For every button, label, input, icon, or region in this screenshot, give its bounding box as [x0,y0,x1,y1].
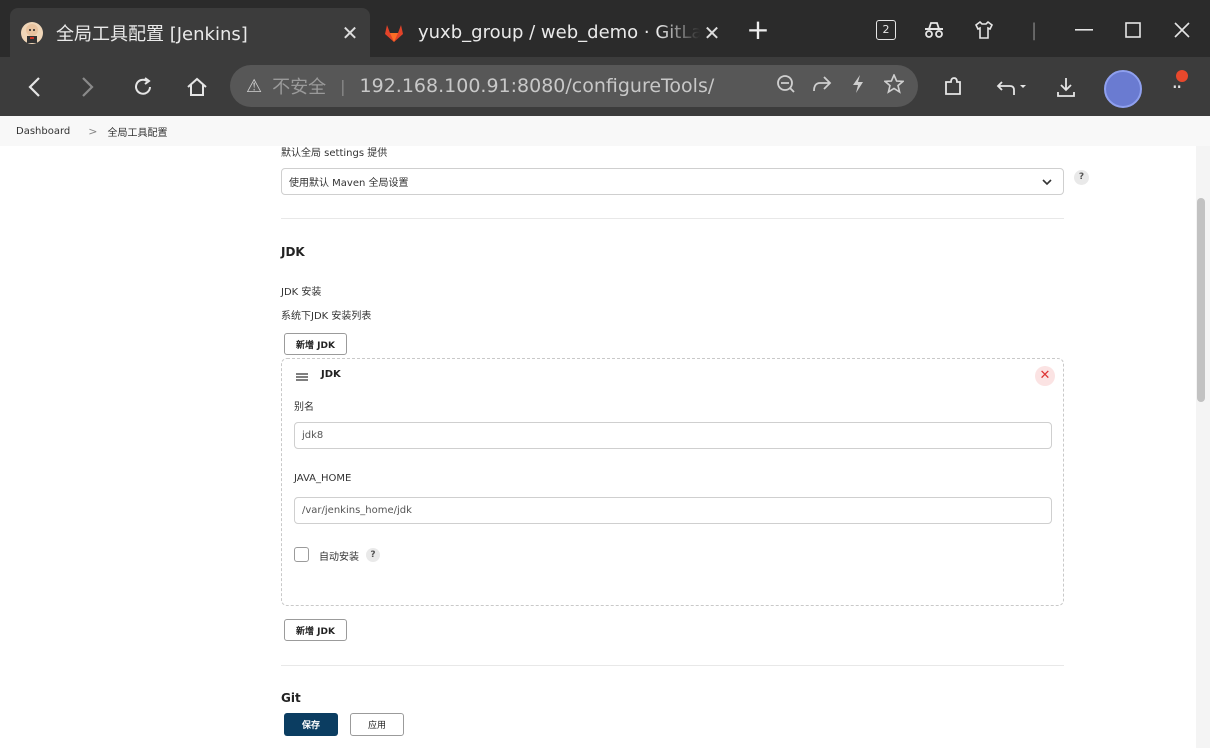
shirt-icon[interactable] [968,14,1000,46]
star-bookmark-icon[interactable] [876,72,912,99]
jdk-name-input[interactable]: jdk8 [294,422,1052,449]
save-button[interactable]: 保存 [284,713,338,736]
download-icon[interactable] [1050,71,1082,103]
help-icon[interactable]: ? [366,548,380,562]
extensions-icon[interactable] [937,71,969,103]
security-label: 不安全 [272,77,327,98]
breadcrumb-dashboard[interactable]: Dashboard [16,126,70,137]
breadcrumb-current[interactable]: 全局工具配置 [107,124,167,139]
tab-title: yuxb_group / web_demo · GitLab [418,22,700,43]
address-bar[interactable]: ⚠ 不安全 | 192.168.100.91:8080/configureToo… [230,65,918,107]
auto-install-checkbox[interactable] [294,547,309,562]
add-jdk-button-bottom[interactable]: 新增 JDK [284,619,347,641]
tab-bar: 全局工具配置 [Jenkins] ✕ yuxb_group / web_demo… [0,0,1210,57]
jdk-section-title: JDK [281,245,305,259]
warning-icon: ⚠ [246,75,263,97]
tab-gitlab[interactable]: yuxb_group / web_demo · GitLab ✕ [372,8,732,57]
minimize-icon[interactable] [1068,14,1100,46]
apply-button[interactable]: 应用 [350,713,404,736]
auto-install-label: 自动安装 [319,552,359,563]
config-content: 默认全局 settings 提供 使用默认 Maven 全局设置 ? JDK J… [0,146,1196,748]
url-text[interactable]: 192.168.100.91:8080/configureTools/ [360,75,768,97]
tab-title: 全局工具配置 [Jenkins] [56,23,248,45]
add-jdk-button-top[interactable]: 新增 JDK [284,333,347,355]
tab-count-button[interactable]: 2 [870,14,902,46]
jdk-entry-header: JDK [321,369,341,380]
maven-global-settings-select[interactable]: 使用默认 Maven 全局设置 [281,168,1064,195]
jdk-name-label: 别名 [294,402,314,413]
select-value: 使用默认 Maven 全局设置 [289,178,409,189]
java-home-label: JAVA_HOME [294,473,352,484]
tab-count-badge: 2 [876,20,896,40]
section-divider [281,218,1064,219]
back-icon[interactable] [18,71,50,103]
section-divider [281,665,1064,666]
close-tab-icon[interactable]: ✕ [700,21,724,45]
breadcrumb: Dashboard > 全局工具配置 [0,116,1210,147]
incognito-icon[interactable] [918,14,950,46]
reload-icon[interactable] [127,71,159,103]
jenkins-icon [21,21,43,44]
delete-icon[interactable]: ✕ [1035,366,1055,386]
maximize-icon[interactable] [1117,14,1149,46]
chevron-right-icon: > [88,124,98,138]
notification-dot [1176,70,1188,82]
address-separator: | [340,76,346,96]
java-home-input[interactable]: /var/jenkins_home/jdk [294,497,1052,524]
bottom-action-bar [0,702,1196,748]
browser-window: 全局工具配置 [Jenkins] ✕ yuxb_group / web_demo… [0,0,1210,748]
undo-dropdown-icon[interactable] [992,71,1032,103]
drag-handle-icon[interactable] [296,371,308,385]
browser-toolbar: ⚠ 不安全 | 192.168.100.91:8080/configureToo… [0,57,1210,116]
window-close-icon[interactable] [1166,14,1198,46]
forward-icon[interactable] [72,71,104,103]
lightning-icon[interactable] [840,74,876,99]
zoom-out-icon[interactable] [768,74,804,99]
maven-global-settings-label: 默认全局 settings 提供 [281,148,388,159]
chevron-down-icon [1041,173,1053,194]
share-icon[interactable] [804,75,840,98]
jdk-installations-label: JDK 安装 [281,287,322,298]
scrollbar-thumb[interactable] [1197,198,1205,402]
jdk-installation-entry: JDK ✕ 别名 jdk8 JAVA_HOME /var/jenkins_hom… [281,358,1064,606]
titlebar-divider: | [1030,19,1038,41]
tab-jenkins[interactable]: 全局工具配置 [Jenkins] ✕ [10,8,370,57]
home-icon[interactable] [181,71,213,103]
profile-avatar[interactable] [1104,70,1142,108]
new-tab-button[interactable]: + [744,16,772,44]
help-icon[interactable]: ? [1074,170,1089,185]
gitlab-icon [385,24,403,42]
close-tab-icon[interactable]: ✕ [338,21,362,45]
jdk-installations-desc: 系统下JDK 安装列表 [281,311,372,322]
